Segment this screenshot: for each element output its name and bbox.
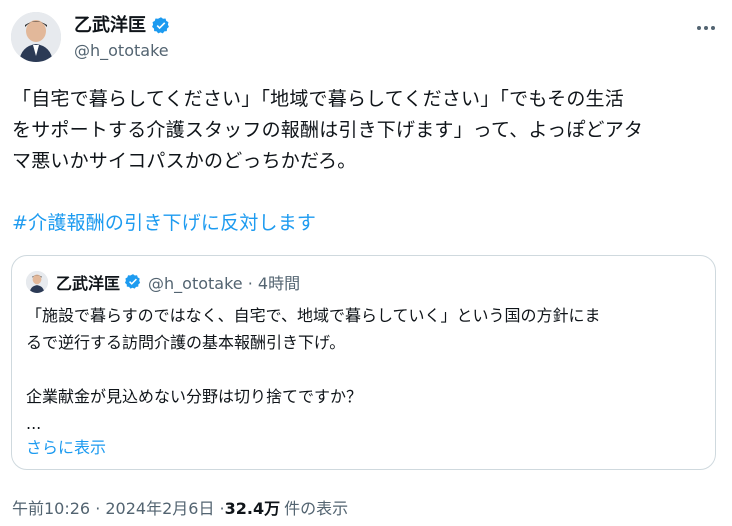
- author-name[interactable]: 乙武洋匡: [74, 15, 146, 37]
- quoted-tweet-header: 乙武洋匡 @h_ototake · 4時間: [26, 270, 300, 294]
- quoted-author-name: 乙武洋匡: [56, 274, 121, 293]
- quoted-tweet-text: 「施設で暮らすのではなく、自宅で、地域で暮らしていく」という国の方針にま るで逆…: [26, 306, 601, 433]
- show-more-link[interactable]: さらに表示: [26, 434, 106, 458]
- more-options-icon[interactable]: [694, 16, 718, 40]
- view-count-label: 件の表示: [284, 499, 349, 518]
- avatar[interactable]: [11, 12, 61, 62]
- timestamp[interactable]: 午前10:26 · 2024年2月6日 ·: [12, 495, 225, 519]
- quoted-meta: @h_ototake · 4時間: [148, 274, 301, 293]
- verified-badge-icon: [124, 274, 141, 289]
- tweet: 乙武洋匡 @h_ototake 「自宅で暮らしてください」「地域で暮らしてくださ…: [0, 0, 732, 526]
- quoted-tweet[interactable]: 乙武洋匡 @h_ototake · 4時間 「施設で暮らすのではなく、自宅で、地…: [11, 255, 716, 470]
- quoted-avatar: [26, 271, 48, 293]
- author-handle[interactable]: @h_ototake: [74, 41, 171, 61]
- tweet-text: 「自宅で暮らしてください」「地域で暮らしてください」「でもその生活 をサポートす…: [12, 88, 644, 172]
- view-count: 32.4万: [224, 499, 281, 518]
- verified-badge-icon: [152, 17, 169, 34]
- tweet-footer: 午前10:26 · 2024年2月6日 · 32.4万 件の表示: [12, 495, 348, 519]
- author-info: 乙武洋匡 @h_ototake: [74, 14, 171, 61]
- hashtag-link[interactable]: #介護報酬の引き下げに反対します: [12, 208, 316, 239]
